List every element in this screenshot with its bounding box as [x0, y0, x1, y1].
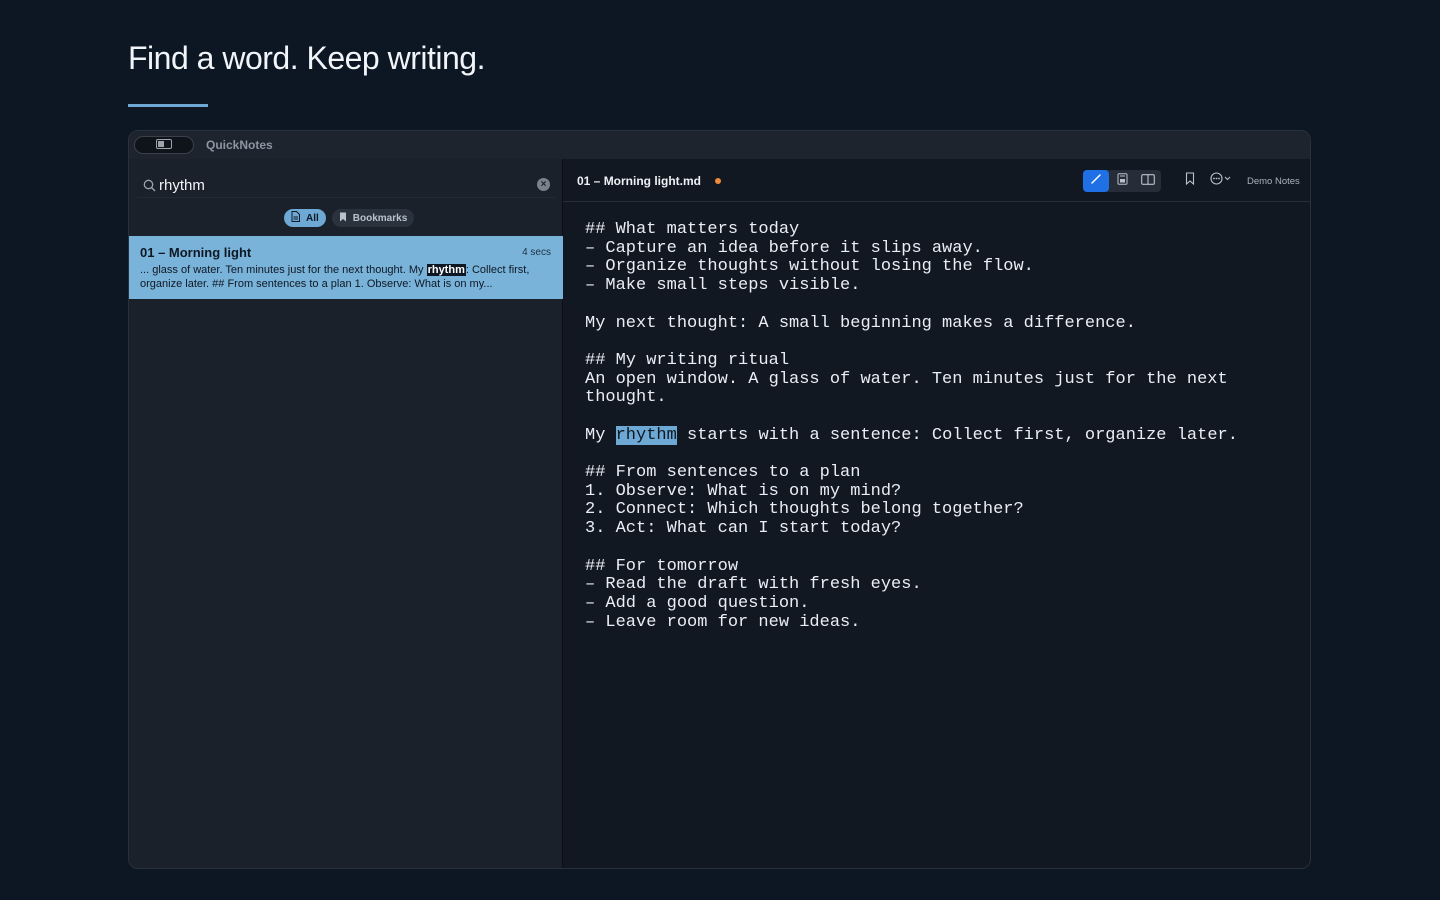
editor-line: 2. Connect: Which thoughts belong togeth…	[585, 500, 1024, 520]
filter-all-chip[interactable]: All	[284, 209, 326, 227]
editor-line: ## From sentences to a plan	[585, 463, 861, 483]
note-title: 01 – Morning light	[140, 245, 252, 260]
more-options-icon	[1210, 172, 1234, 190]
note-snippet: ... glass of water. Ten minutes just for…	[140, 264, 550, 291]
editor-line: ## For tomorrow	[585, 556, 739, 576]
filter-bookmarks-chip[interactable]: Bookmarks	[331, 209, 415, 227]
editor-text-area[interactable]: ## What matters today – Capture an idea b…	[585, 220, 1305, 632]
search-icon	[143, 179, 156, 192]
clear-search-icon[interactable]: ×	[537, 178, 550, 191]
headline-underline	[128, 104, 208, 107]
titlebar: QuickNotes	[129, 131, 1310, 159]
bookmark-button[interactable]	[1179, 170, 1201, 192]
app-window: QuickNotes ×	[128, 130, 1311, 869]
sidebar-toggle-button[interactable]	[134, 136, 194, 154]
snippet-before: ... glass of water. Ten minutes just for…	[140, 264, 427, 276]
snippet-match-highlight: rhythm	[426, 264, 466, 276]
editor-toolbar: Demo Notes	[1083, 170, 1300, 192]
sidebar: × All Bookmarks	[129, 159, 563, 868]
more-options-button[interactable]	[1207, 170, 1237, 192]
bookmark-icon	[339, 212, 347, 225]
edit-mode-button[interactable]	[1083, 170, 1109, 192]
preview-icon	[1117, 172, 1128, 190]
unsaved-indicator	[715, 178, 721, 184]
editor-line: – Add a good question.	[585, 593, 810, 613]
editor-header: 01 – Morning light.md Demo Notes	[563, 159, 1310, 202]
sidebar-toggle-icon	[156, 136, 172, 154]
filter-all-label: All	[306, 212, 319, 224]
editor-pane: 01 – Morning light.md Demo Notes ## What…	[563, 159, 1310, 868]
view-mode-group	[1083, 170, 1161, 192]
editor-line: – Capture an idea before it slips away.	[585, 238, 983, 258]
editor-line: ## What matters today	[585, 220, 800, 239]
editor-line: My rhythm starts with a sentence: Collec…	[585, 425, 1305, 446]
split-view-icon	[1141, 172, 1155, 190]
editor-line: My next thought: A small beginning makes…	[585, 313, 1136, 333]
note-time: 4 secs	[522, 247, 551, 258]
line-text-after: starts with a sentence: Collect first, o…	[676, 425, 1238, 445]
editor-line: An open window. A glass of water. Ten mi…	[585, 369, 1228, 389]
document-title: 01 – Morning light.md	[577, 174, 702, 188]
app-name: QuickNotes	[206, 138, 273, 152]
search-match-highlight: rhythm	[615, 425, 677, 445]
search-divider	[137, 197, 555, 198]
line-text-before: My	[585, 425, 616, 445]
editor-line: thought.	[585, 388, 667, 408]
search-box: ×	[137, 173, 555, 197]
editor-line: 1. Observe: What is on my mind?	[585, 481, 902, 501]
filter-bar: All Bookmarks	[284, 209, 415, 227]
editor-line: ## My writing ritual	[585, 350, 790, 370]
edit-icon	[1090, 172, 1102, 190]
editor-line: 3. Act: What can I start today?	[585, 519, 902, 539]
search-input[interactable]	[159, 174, 529, 196]
bookmark-icon	[1185, 172, 1195, 190]
workspace-name[interactable]: Demo Notes	[1247, 176, 1300, 187]
filter-bookmarks-label: Bookmarks	[352, 212, 408, 224]
note-result-card[interactable]: 01 – Morning light 4 secs ... glass of w…	[129, 236, 563, 299]
editor-line: – Leave room for new ideas.	[585, 612, 861, 632]
preview-mode-button[interactable]	[1109, 170, 1135, 192]
split-view-button[interactable]	[1135, 170, 1161, 192]
document-icon	[291, 211, 300, 225]
editor-line: – Make small steps visible.	[585, 276, 861, 296]
editor-line: – Organize thoughts without losing the f…	[585, 257, 1034, 277]
page-headline: Find a word. Keep writing.	[128, 40, 485, 76]
editor-line: – Read the draft with fresh eyes.	[585, 575, 922, 595]
